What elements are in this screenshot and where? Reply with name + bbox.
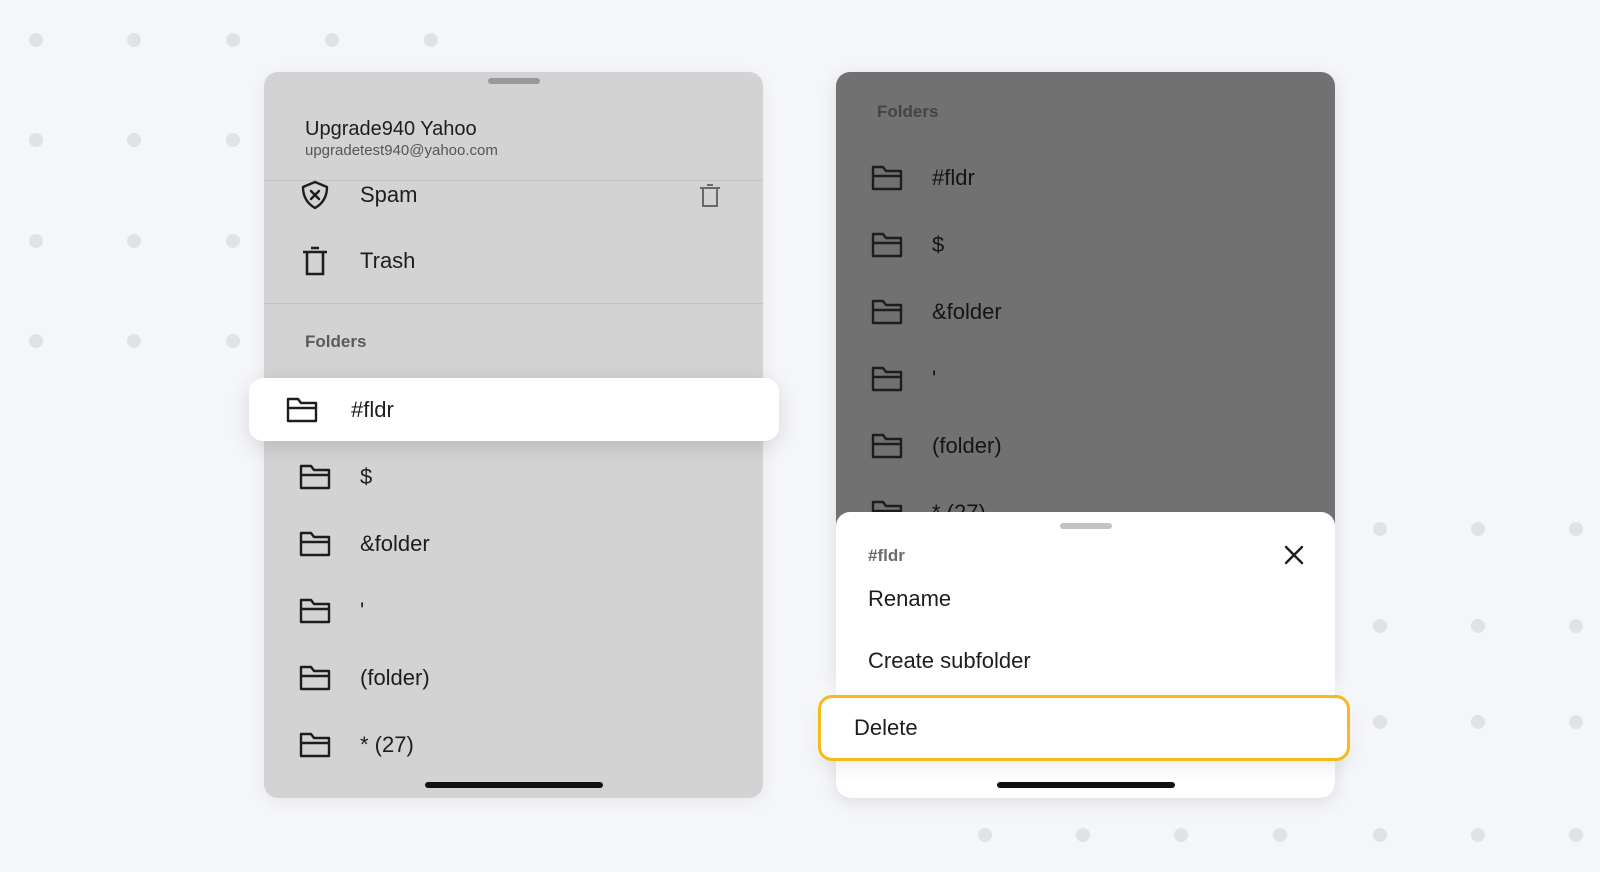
folder-label: $ xyxy=(932,232,945,257)
trash-icon xyxy=(298,244,332,278)
background-dot xyxy=(29,334,43,348)
background-dot xyxy=(1471,828,1485,842)
background-dot xyxy=(1373,522,1387,536)
sheet-grabber[interactable] xyxy=(1059,523,1112,529)
folder-item[interactable]: $ xyxy=(264,448,763,506)
background-dot xyxy=(1471,522,1485,536)
rename-menu-item[interactable]: Rename xyxy=(868,586,951,612)
folder-item-trash[interactable]: Trash xyxy=(264,232,763,290)
background-dot xyxy=(127,334,141,348)
folder-item[interactable]: (folder) xyxy=(836,417,1335,475)
folder-icon xyxy=(298,661,332,695)
folder-actions-screen: Folders #fldr$&folder'(folder)* (27) #fl… xyxy=(836,72,1335,798)
folder-item[interactable]: ' xyxy=(264,582,763,640)
background-dot xyxy=(424,33,438,47)
background-dot xyxy=(1569,619,1583,633)
folder-icon xyxy=(298,594,332,628)
folders-section-header: Folders xyxy=(305,332,367,351)
background-dot xyxy=(127,234,141,248)
divider xyxy=(264,303,763,304)
account-email: upgradetest940@yahoo.com xyxy=(305,142,498,159)
background-dot xyxy=(1076,828,1090,842)
folder-label: #fldr xyxy=(932,165,975,190)
folder-icon xyxy=(870,429,904,463)
background-dot xyxy=(325,33,339,47)
folders-section-header: Folders xyxy=(877,102,939,121)
close-button[interactable] xyxy=(1279,540,1309,570)
background-dot xyxy=(1471,715,1485,729)
delete-menu-item[interactable]: Delete xyxy=(818,695,1350,761)
drag-grabber[interactable] xyxy=(487,78,540,84)
folder-item[interactable]: ' xyxy=(836,350,1335,408)
folder-icon xyxy=(285,393,319,427)
folder-item[interactable]: #fldr xyxy=(836,149,1335,207)
background-dot xyxy=(1569,715,1583,729)
folder-item[interactable]: (folder) xyxy=(264,649,763,707)
folder-icon xyxy=(870,161,904,195)
folder-item-spam[interactable]: Spam xyxy=(264,166,763,224)
close-icon xyxy=(1284,545,1304,565)
folder-icon xyxy=(298,527,332,561)
background-dot xyxy=(127,133,141,147)
folder-item[interactable]: &folder xyxy=(264,515,763,573)
background-dot xyxy=(1174,828,1188,842)
home-indicator xyxy=(424,782,603,788)
background-dot xyxy=(29,133,43,147)
delete-label: Delete xyxy=(854,715,918,740)
sheet-title: #fldr xyxy=(868,546,905,565)
background-dot xyxy=(1569,828,1583,842)
folder-label: Spam xyxy=(360,182,418,207)
folder-label: &folder xyxy=(932,299,1002,324)
background-dot xyxy=(226,234,240,248)
folder-label: &folder xyxy=(360,531,430,556)
background-dot xyxy=(1569,522,1583,536)
dragged-folder-item[interactable]: #fldr xyxy=(249,378,779,441)
background-dot xyxy=(29,33,43,47)
folder-item[interactable]: &folder xyxy=(836,283,1335,341)
folder-icon xyxy=(870,362,904,396)
create-subfolder-menu-item[interactable]: Create subfolder xyxy=(868,648,1031,674)
folder-icon xyxy=(870,228,904,262)
background-dot xyxy=(1273,828,1287,842)
background-dot xyxy=(226,334,240,348)
folder-item[interactable]: $ xyxy=(836,216,1335,274)
folder-label: * (27) xyxy=(360,732,414,757)
background-dot xyxy=(127,33,141,47)
background-dot xyxy=(978,828,992,842)
folder-label: ' xyxy=(932,366,937,391)
folder-icon xyxy=(298,460,332,494)
background-dot xyxy=(29,234,43,248)
background-dot xyxy=(1373,715,1387,729)
empty-spam-trash-icon[interactable] xyxy=(697,180,723,210)
home-indicator xyxy=(996,782,1175,788)
folder-label: $ xyxy=(360,464,373,489)
folder-icon xyxy=(298,728,332,762)
folder-label: (folder) xyxy=(360,665,430,690)
background-dot xyxy=(226,33,240,47)
background-dot xyxy=(226,133,240,147)
folder-label: #fldr xyxy=(351,396,394,422)
background-dot xyxy=(1373,828,1387,842)
folder-icon xyxy=(870,295,904,329)
folder-label: ' xyxy=(360,598,365,623)
folder-label: (folder) xyxy=(932,433,1002,458)
background-dot xyxy=(1373,619,1387,633)
folder-label: Trash xyxy=(360,248,416,273)
background-dot xyxy=(1471,619,1485,633)
shield-x-icon xyxy=(298,178,332,212)
account-name: Upgrade940 Yahoo xyxy=(305,118,477,140)
folder-item[interactable]: * (27) xyxy=(264,716,763,774)
